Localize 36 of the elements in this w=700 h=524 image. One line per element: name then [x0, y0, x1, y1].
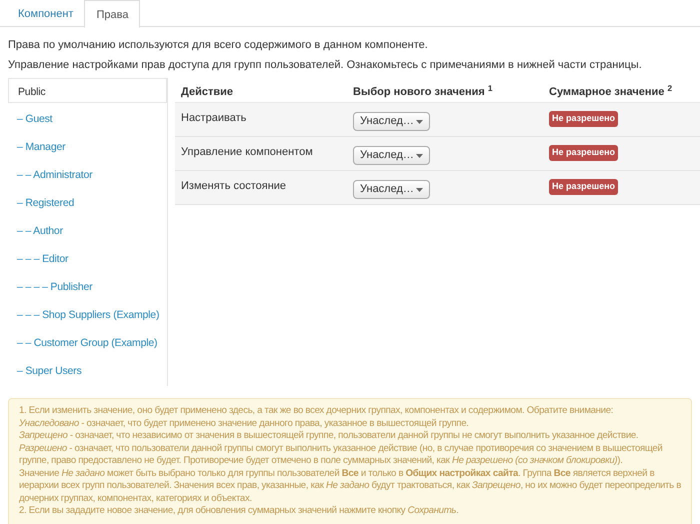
note-text: Значение Не задано может быть выбрано только для группы пользователей Все и только в Общих настройках сайта. Группа Все является верхней в иерархии всех групп пользователей. Значения всех прав, указанные, как Не задано будут трактоваться, как Запрещено, но их можно будет переопределить в дочерних группах, компонентах, категориях и объектах.	[19, 468, 681, 505]
group-item[interactable]: – – – – Publisher	[8, 274, 167, 302]
column-header: Действие	[180, 85, 234, 100]
group-item[interactable]: – Registered	[8, 190, 167, 218]
note-text: Запрещено - означает, что независимо от значения в вышестоящей группе, пользователи данной группы не смогут выполнить указанное действие.	[19, 430, 640, 442]
action-label: Изменять состояние	[180, 179, 288, 194]
group-item[interactable]: – Manager	[8, 134, 167, 162]
caret-icon	[416, 188, 423, 192]
group-item[interactable]: – Super Users	[8, 358, 167, 386]
status-badge: Не разрешено	[549, 179, 618, 194]
tab[interactable]: Права	[84, 0, 140, 28]
note-text: 1. Если изменить значение, оно будет применено здесь, а так же во всех дочерних группах, компонентах и содержимом. Обратите внимание:	[19, 405, 614, 418]
caret-icon	[416, 120, 423, 124]
intro-text: Права по умолчанию используются для всего содержимого в данном компоненте.	[8, 39, 429, 51]
value-select[interactable]: Унаслед…	[353, 112, 430, 131]
status-badge: Не разрешено	[549, 111, 618, 126]
value-select[interactable]: Унаслед…	[353, 146, 430, 165]
note-text: Разрешено - означает, что пользователи данной группы смогут выполнить указанное действие (но, в случае противоречия со значением в вышестоящей группе, право предоставлено не будет. Противоречие будет отмечено в поле суммарных значений, как Не разрешено (со значком блокировки)).	[19, 442, 664, 468]
column-header: Суммарное значение $^{2}$	[549, 84, 674, 100]
tab[interactable]: Компонент	[7, 0, 84, 27]
value-select[interactable]: Унаслед…	[353, 180, 430, 199]
group-item[interactable]: – Guest	[8, 106, 167, 134]
column-header: Выбор нового значения $^{1}$	[353, 84, 494, 100]
group-item[interactable]: – – – Shop Suppliers (Example)	[8, 302, 167, 330]
intro-text: Управление настройками прав доступа для групп пользователей. Ознакомьтесь с примечаниями в нижней части страницы.	[8, 59, 643, 71]
action-label: Управление компонентом	[180, 145, 314, 160]
group-item[interactable]: – – Customer Group (Example)	[8, 330, 167, 358]
note-text: Унаследовано - означает, что будет применено значение данного права, указанное в вышестоящей группе.	[19, 418, 470, 430]
note-text: 2. Если вы зададите новое значение, для обновления суммарных значений нажмите кнопку Сохранить.	[19, 505, 460, 518]
caret-icon	[416, 154, 423, 158]
group-item[interactable]: – – Author	[8, 218, 167, 246]
group-item[interactable]: Public	[8, 78, 167, 103]
status-badge: Не разрешено	[549, 145, 618, 160]
action-label: Настраивать	[180, 111, 248, 126]
group-item[interactable]: – – Administrator	[8, 162, 167, 190]
group-item[interactable]: – – – Editor	[8, 246, 167, 274]
